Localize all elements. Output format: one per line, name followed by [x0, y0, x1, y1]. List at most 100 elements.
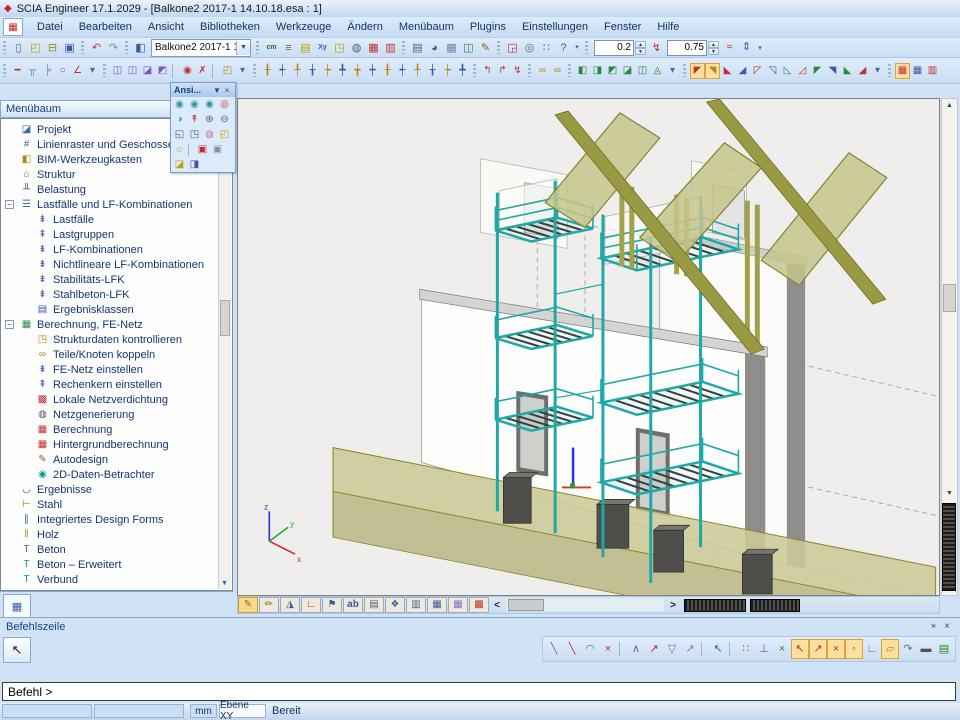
mirror-icon[interactable]: ◩ [155, 63, 170, 79]
command-input[interactable]: Befehl > [2, 682, 956, 701]
labels-icon[interactable]: ab [343, 597, 363, 613]
panel-border-icon[interactable]: ◸ [750, 63, 765, 79]
internal-node-icon[interactable]: ╂ [380, 63, 395, 79]
display-scale-icon[interactable]: ⇕ [738, 39, 755, 55]
stepper-down-icon[interactable]: ▼ [635, 48, 646, 55]
tree-item-lastfalle-und-lf-kombinationen[interactable]: −☰Lastfälle und LF-Kombinationen [1, 197, 232, 212]
toolbar-overflow-icon[interactable]: ▾ [235, 63, 250, 79]
mesh-ball-icon[interactable]: ◍ [348, 40, 365, 56]
menu-item-ansicht[interactable]: Ansicht [140, 19, 192, 35]
copy-add-icon[interactable]: ◧ [575, 63, 590, 79]
viewport-vscrollbar-thumb[interactable] [943, 284, 956, 312]
scroll-up-icon[interactable]: ▲ [942, 99, 957, 112]
scroll-down-icon[interactable]: ▼ [942, 487, 957, 500]
cross-link-icon[interactable]: ┾ [320, 63, 335, 79]
tree-item-ergebnisklassen[interactable]: ▤Ergebnisklassen [1, 302, 232, 317]
shell-member-icon[interactable]: ╀ [410, 63, 425, 79]
zoom-slider-horizontal-1[interactable] [684, 599, 746, 612]
panel-green2-icon[interactable]: ◥ [825, 63, 840, 79]
menu-item-hilfe[interactable]: Hilfe [649, 19, 687, 35]
print-preview-icon[interactable]: ◕ [426, 40, 443, 56]
viewport-hscrollbar[interactable] [506, 599, 664, 611]
column-member-icon[interactable]: ┽ [275, 63, 290, 79]
visibility-icon[interactable]: ◉ [180, 63, 195, 79]
open-project-icon[interactable]: ◰ [27, 40, 44, 56]
zoom-slider-horizontal-2[interactable] [750, 599, 800, 612]
snap-list-icon[interactable]: ▤ [935, 639, 953, 659]
node-member-icon[interactable]: ┿ [365, 63, 380, 79]
zoom-window-icon[interactable]: ◱ [172, 127, 187, 142]
view-params-icon[interactable]: ❖ [385, 597, 405, 613]
panel-corner-icon[interactable]: ◢ [735, 63, 750, 79]
select-hatch-icon[interactable]: ↯ [510, 63, 525, 79]
undo-icon[interactable]: ↶ [88, 40, 105, 56]
panel-select2-icon[interactable]: ◿ [795, 63, 810, 79]
snapshot-icon[interactable]: ▣ [195, 142, 210, 157]
load-panel-icon[interactable]: ┾ [440, 63, 455, 79]
tree-scrollbar[interactable]: ▲ ▼ [218, 120, 231, 589]
tree-item-stabilitats-lfk[interactable]: ⇟Stabilitäts-LFK [1, 272, 232, 287]
haunch-member-icon[interactable]: ╁ [305, 63, 320, 79]
ungroup-icon[interactable]: ◬ [650, 63, 665, 79]
tree-item-nichtlineare-lf-kombinationen[interactable]: ⇟Nichtlineare LF-Kombinationen [1, 257, 232, 272]
scia-menu-icon[interactable]: ▦ [3, 18, 23, 36]
cursor-mode-button[interactable]: ↖ [3, 637, 31, 663]
catalog-block-icon[interactable]: ╇ [455, 63, 470, 79]
folder-export-icon[interactable]: ◰ [220, 63, 235, 79]
render-icon[interactable]: ✏ [259, 597, 279, 613]
menu-item-bearbeiten[interactable]: Bearbeiten [71, 19, 140, 35]
table-edit-icon[interactable]: ▦ [448, 597, 468, 613]
split-window-icon[interactable]: ◧ [132, 40, 149, 56]
zoom-selection-icon[interactable]: ◍ [202, 127, 217, 142]
section-grid-icon[interactable]: ▩ [469, 597, 489, 613]
tree-item-stahl[interactable]: ⊢Stahl [1, 497, 232, 512]
palette-title-bar[interactable]: Ansi... ▼ × [171, 83, 235, 97]
model-3d-viewport[interactable]: z y x [237, 98, 940, 596]
panel-border2-icon[interactable]: ◹ [765, 63, 780, 79]
panel-roof-icon[interactable]: ◣ [720, 63, 735, 79]
hinge-icon[interactable]: ╞ [40, 63, 55, 79]
project-dropdown[interactable]: Balkone2 2017-1 1 ▼ [151, 39, 251, 57]
tree-item-autodesign[interactable]: ✎Autodesign [1, 452, 232, 467]
view-x-icon[interactable]: ◉ [187, 97, 202, 112]
snap-toolbar-icon[interactable]: ▬ [917, 639, 935, 659]
snap-node-icon[interactable]: ↗ [809, 639, 827, 659]
save-all-icon[interactable]: ⊟ [44, 40, 61, 56]
copy-multi-icon[interactable]: ◫ [125, 63, 140, 79]
new-window-icon[interactable]: ◰ [217, 127, 232, 142]
view-flag-icon[interactable]: ⚑ [322, 597, 342, 613]
tree-item-holz[interactable]: ‖Holz [1, 527, 232, 542]
local-axes-icon[interactable]: ∟ [301, 597, 321, 613]
import-icon[interactable]: ◲ [504, 40, 521, 56]
zoom-all-icon[interactable]: ◳ [187, 127, 202, 142]
grid-line-icon[interactable]: ⊥ [755, 639, 773, 659]
tree-item-beton-erweitert[interactable]: TBeton – Erweitert [1, 557, 232, 572]
load-scale-spinner[interactable]: ▲▼ [594, 40, 646, 56]
snap-line-icon[interactable]: ╲ [545, 639, 563, 659]
document-edit-icon[interactable]: ✎ [477, 40, 494, 56]
snap-delete-icon[interactable]: × [599, 639, 617, 659]
tree-item-verbund[interactable]: TVerbund [1, 572, 232, 587]
document-map-icon[interactable]: ◫ [460, 40, 477, 56]
close-icon[interactable]: × [222, 86, 232, 95]
panel-h2-icon[interactable]: ◢ [855, 63, 870, 79]
tree-item-rechenkern-einstellen[interactable]: ⇞Rechenkern einstellen [1, 377, 232, 392]
deformation-scale-icon[interactable]: ≈ [721, 39, 738, 55]
walk-mode-icon[interactable]: ↟ [187, 112, 202, 127]
panel-wall-pred-icon[interactable]: ◥ [705, 63, 720, 79]
snap-vertex-icon[interactable]: ∧ [627, 639, 645, 659]
snap-move-icon[interactable]: ↗ [645, 639, 663, 659]
project-basket-icon[interactable]: ▤ [297, 40, 314, 56]
select-members-icon[interactable]: ↰ [480, 63, 495, 79]
paste-icon[interactable]: ◩ [605, 63, 620, 79]
scroll-down-icon[interactable]: ▼ [219, 578, 230, 589]
copy-icon[interactable]: ◫ [110, 63, 125, 79]
snap-perpendicular-icon[interactable]: ∟ [863, 639, 881, 659]
opening-member-icon[interactable]: ╈ [350, 63, 365, 79]
snap-segment-icon[interactable]: ↗ [681, 639, 699, 659]
load-grid3-icon[interactable]: ▥ [925, 63, 940, 79]
results-table-icon[interactable]: ▦ [365, 40, 382, 56]
load-grid-icon[interactable]: ▦ [895, 63, 910, 79]
menu-item-plugins[interactable]: Plugins [462, 19, 514, 35]
menu-item-einstellungen[interactable]: Einstellungen [514, 19, 596, 35]
